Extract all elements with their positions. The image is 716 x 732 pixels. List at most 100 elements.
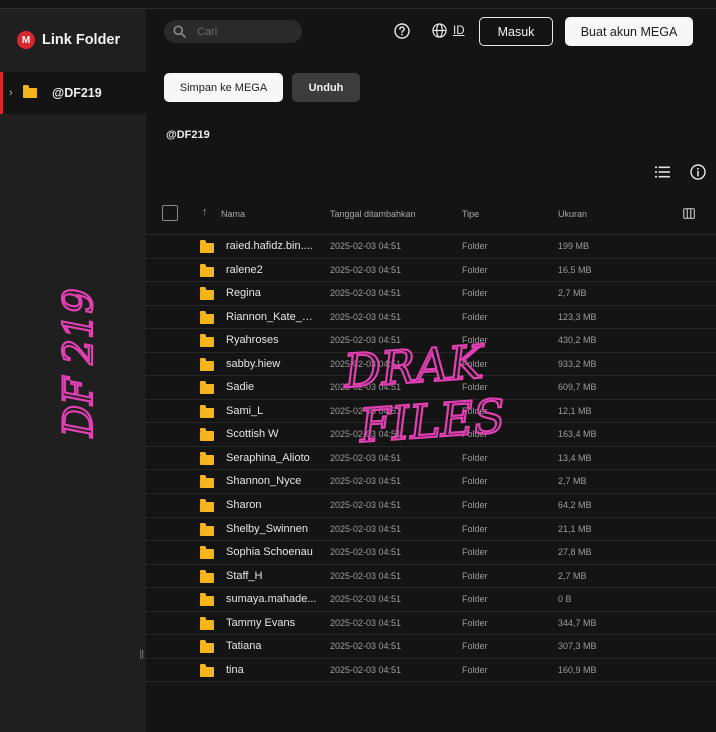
breadcrumb[interactable]: @DF219 xyxy=(166,129,210,141)
row-name[interactable]: Sami_L xyxy=(226,405,318,417)
row-date: 2025-02-03 04:51 xyxy=(330,241,402,251)
row-name[interactable]: Sharon xyxy=(226,499,318,511)
app-title: Link Folder xyxy=(42,32,121,48)
row-type: Folder xyxy=(462,523,488,534)
select-all-checkbox[interactable] xyxy=(162,205,178,221)
row-date: 2025-02-03 04:51 xyxy=(330,288,402,299)
table-row[interactable]: Tatiana 2025-02-03 04:51 Folder 307,3 MB xyxy=(146,635,716,659)
row-name[interactable]: Ryahroses xyxy=(226,334,318,346)
table-row[interactable]: Tammy Evans 2025-02-03 04:51 Folder 344,7 M… xyxy=(146,612,716,636)
row-name[interactable]: Tammy Evans xyxy=(226,617,318,629)
language-selector[interactable]: ID xyxy=(432,23,465,38)
row-name[interactable]: Tatiana xyxy=(226,640,318,652)
row-name[interactable]: sabby.hiew xyxy=(226,358,318,370)
columns-settings-icon[interactable] xyxy=(683,208,695,219)
table-row[interactable]: Sami_L 2025-02-03 04:51 Folder 12,1 MB xyxy=(146,400,716,424)
row-name[interactable]: Riannon_Kate_M... xyxy=(226,311,318,323)
column-header-date[interactable]: Tanggal ditambahkan xyxy=(330,209,416,219)
folder-icon xyxy=(200,428,214,442)
row-name[interactable]: Shannon_Nyce xyxy=(226,475,318,487)
folder-icon xyxy=(200,522,214,536)
row-name[interactable]: ralene2 xyxy=(226,264,318,276)
chevron-right-icon[interactable]: › xyxy=(9,87,17,99)
row-date: 2025-02-03 04:51 xyxy=(330,335,402,346)
row-type: Folder xyxy=(462,500,488,511)
search-box[interactable] xyxy=(164,20,302,43)
column-header-type[interactable]: Tipe xyxy=(462,209,479,219)
table-row[interactable]: Staff_H 2025-02-03 04:51 Folder 2,7 MB xyxy=(146,565,716,589)
table-row[interactable]: Shelby_Swinnen 2025-02-03 04:51 Folder 21,1… xyxy=(146,518,716,542)
row-type: Folder xyxy=(462,241,488,251)
row-type: Folder xyxy=(462,476,488,487)
download-button[interactable]: Unduh xyxy=(292,73,360,102)
table-row[interactable]: Sadie 2025-02-03 04:51 Folder 609,7 MB xyxy=(146,376,716,400)
row-size: 163,4 MB xyxy=(558,429,597,440)
sort-up-icon[interactable]: ↑ xyxy=(202,206,208,218)
sidebar: M Link Folder › @DF219 ‖ xyxy=(0,9,146,732)
table-row[interactable]: raied.hafidz.bin.... 2025-02-03 04:51 Fold… xyxy=(146,235,716,259)
row-size: 933,2 MB xyxy=(558,358,597,369)
table-row[interactable]: Shannon_Nyce 2025-02-03 04:51 Folder 2,7 MB xyxy=(146,470,716,495)
row-name[interactable]: Scottish W xyxy=(226,428,318,440)
row-size: 344,7 MB xyxy=(558,617,597,628)
table-row[interactable]: sumaya.mahade... 2025-02-03 04:51 Folder 0 … xyxy=(146,588,716,612)
row-size: 2,7 MB xyxy=(558,288,587,299)
row-name[interactable]: raied.hafidz.bin.... xyxy=(226,240,318,252)
row-name[interactable]: Staff_H xyxy=(226,570,318,582)
row-date: 2025-02-03 04:51 xyxy=(330,570,402,581)
table-row[interactable]: Ryahroses 2025-02-03 04:51 Folder 430,2 MB xyxy=(146,329,716,353)
table-row[interactable]: Sophia Schoenau 2025-02-03 04:51 Folder 27,… xyxy=(146,541,716,565)
table-row[interactable]: Scottish W 2025-02-03 04:51 Folder 163,4 MB xyxy=(146,423,716,447)
row-name[interactable]: Sadie xyxy=(226,381,318,393)
help-icon[interactable] xyxy=(394,23,410,39)
table-row[interactable]: sabby.hiew 2025-02-03 04:51 Folder 933,2 MB xyxy=(146,353,716,377)
row-size: 21,1 MB xyxy=(558,523,592,534)
row-size: 64,2 MB xyxy=(558,500,592,511)
sidebar-item-label: @DF219 xyxy=(52,86,102,100)
column-header-size[interactable]: Ukuran xyxy=(558,209,587,219)
list-view-icon[interactable] xyxy=(655,166,670,178)
sidebar-item-root-folder[interactable]: › @DF219 xyxy=(0,72,146,114)
table-row[interactable]: Seraphina_Alioto 2025-02-03 04:51 Folder 13… xyxy=(146,447,716,471)
save-to-mega-button[interactable]: Simpan ke MEGA xyxy=(164,73,283,102)
row-date: 2025-02-03 04:51 xyxy=(330,523,402,534)
row-size: 0 B xyxy=(558,594,572,605)
info-icon[interactable] xyxy=(690,164,706,180)
row-size: 27,8 MB xyxy=(558,547,592,558)
signup-button[interactable]: Buat akun MEGA xyxy=(565,17,693,46)
row-date: 2025-02-03 04:51 xyxy=(330,358,402,369)
table-row[interactable]: ralene2 2025-02-03 04:51 Folder 16,5 MB xyxy=(146,259,716,283)
row-name[interactable]: sumaya.mahade... xyxy=(226,593,318,605)
folder-icon xyxy=(200,240,214,253)
row-name[interactable]: Seraphina_Alioto xyxy=(226,452,318,464)
table-row[interactable]: Sharon 2025-02-03 04:51 Folder 64,2 MB xyxy=(146,494,716,518)
row-type: Folder xyxy=(462,617,488,628)
row-size: 16,5 MB xyxy=(558,264,592,275)
top-edge xyxy=(0,0,716,9)
folder-icon xyxy=(200,546,214,560)
row-type: Folder xyxy=(462,570,488,581)
folder-icon xyxy=(200,593,214,607)
row-size: 430,2 MB xyxy=(558,335,597,346)
folder-icon xyxy=(200,287,214,301)
table-row[interactable]: Riannon_Kate_M... 2025-02-03 04:51 Folder 1… xyxy=(146,306,716,330)
row-name[interactable]: Regina xyxy=(226,287,318,299)
row-date: 2025-02-03 04:51 xyxy=(330,547,402,558)
row-name[interactable]: tina xyxy=(226,664,318,676)
login-button[interactable]: Masuk xyxy=(479,17,553,46)
folder-icon xyxy=(200,663,214,677)
language-code[interactable]: ID xyxy=(453,25,465,37)
row-date: 2025-02-03 04:51 xyxy=(330,429,402,440)
folder-icon xyxy=(200,334,214,348)
column-header-name[interactable]: Nama xyxy=(221,209,245,219)
row-name[interactable]: Shelby_Swinnen xyxy=(226,523,318,535)
row-date: 2025-02-03 04:51 xyxy=(330,500,402,511)
search-input[interactable] xyxy=(197,25,287,38)
row-size: 199 MB xyxy=(558,241,590,251)
row-date: 2025-02-03 04:51 xyxy=(330,264,402,275)
sidebar-resize-handle[interactable]: ‖ xyxy=(139,647,144,662)
row-name[interactable]: Sophia Schoenau xyxy=(226,546,318,558)
table-row[interactable]: tina 2025-02-03 04:51 Folder 160,9 MB xyxy=(146,659,716,683)
table-row[interactable]: Regina 2025-02-03 04:51 Folder 2,7 MB xyxy=(146,282,716,306)
row-size: 13,4 MB xyxy=(558,452,592,463)
